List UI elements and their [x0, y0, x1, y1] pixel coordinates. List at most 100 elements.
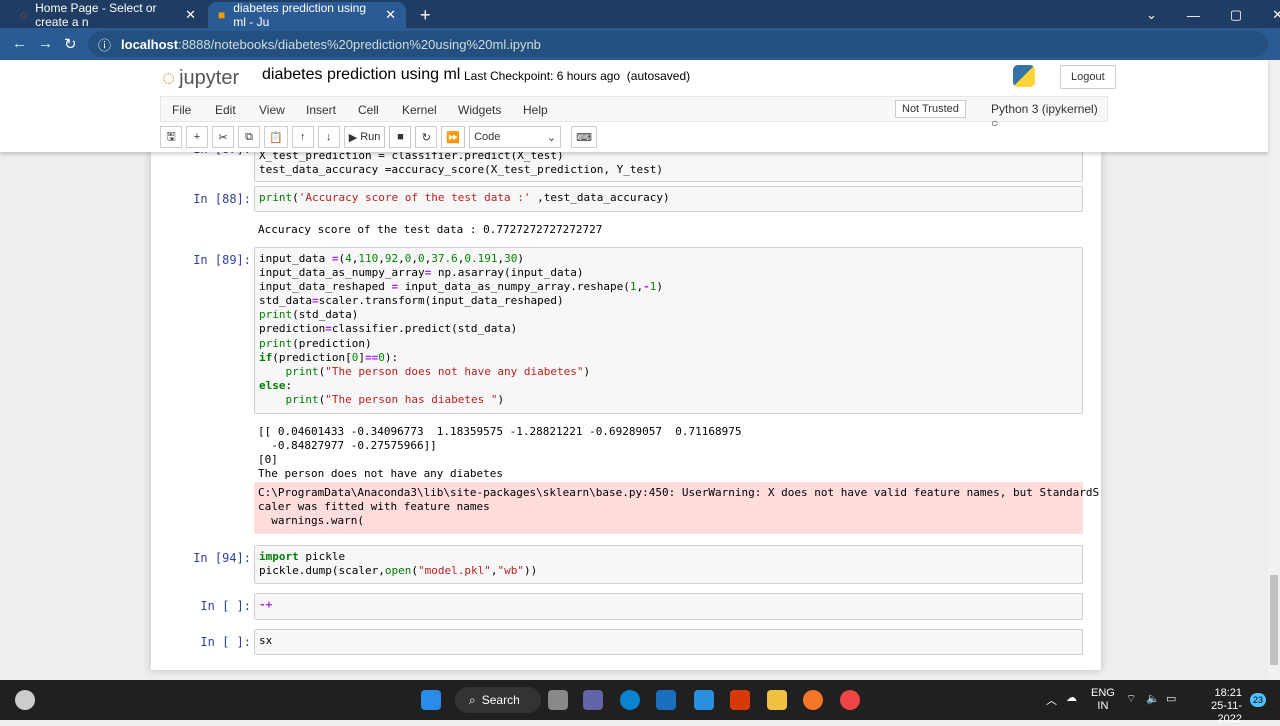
code-token: np.asarray(input_data) [431, 266, 584, 280]
office-icon[interactable] [730, 690, 750, 710]
code-token: prediction [259, 322, 326, 336]
menu-bar: File Edit View Insert Cell Kernel Widget… [160, 96, 1108, 130]
menu-cell[interactable]: Cell [358, 103, 379, 117]
code-line: prediction=classifier.predict(std_data) [259, 322, 1078, 336]
file-explorer-icon[interactable] [767, 690, 787, 710]
code-input[interactable]: print('Accuracy score of the test data :… [254, 186, 1083, 212]
minimize-icon[interactable]: — [1187, 8, 1200, 23]
close-tab-icon[interactable]: ✕ [385, 7, 396, 23]
code-input[interactable]: -+ [254, 593, 1083, 620]
code-token: ) [517, 252, 524, 265]
tab-home[interactable]: ◌ Home Page - Select or create a n ✕ [10, 1, 206, 29]
notification-badge[interactable]: 23 [1250, 693, 1266, 707]
cell-prompt: In [ ]: [200, 599, 251, 613]
maximize-icon[interactable]: ▢ [1230, 7, 1242, 23]
volume-icon[interactable]: 🔈 [1146, 692, 1160, 705]
store-icon[interactable] [656, 690, 676, 710]
code-token: (prediction) [292, 336, 372, 350]
reload-icon[interactable]: ↻ [64, 35, 77, 53]
tab-notebook[interactable]: ■ diabetes prediction using ml - Ju ✕ [208, 1, 406, 29]
weather-icon[interactable] [15, 690, 35, 710]
save-icon[interactable]: 🖫 [160, 126, 182, 148]
mail-icon[interactable] [694, 690, 714, 710]
code-token: ): [384, 350, 399, 364]
code-token: 0 [378, 350, 385, 364]
wifi-icon[interactable]: ⌔ [1126, 692, 1136, 706]
info-icon: ⓘ [98, 37, 112, 53]
new-tab-button[interactable]: + [410, 2, 441, 28]
cell-type-select[interactable]: Code ⌄ [469, 126, 562, 148]
code-token: 37.6 [431, 252, 458, 265]
jupyter-logo-icon: ◌ [162, 65, 176, 90]
tab-search-icon[interactable]: ⌄ [1146, 7, 1157, 23]
code-token: open [384, 564, 412, 578]
code-token: , [398, 252, 405, 265]
menu-file[interactable]: File [172, 103, 191, 117]
forward-icon[interactable]: → [38, 35, 53, 52]
code-line: print(std_data) [259, 308, 1078, 322]
logout-button[interactable]: Logout [1060, 65, 1116, 89]
menu-edit[interactable]: Edit [215, 103, 236, 117]
code-token: (std_data) [292, 308, 359, 322]
jupyter-app-icon[interactable] [803, 690, 823, 710]
cut-icon[interactable]: ✂ [212, 126, 234, 148]
move-down-icon[interactable]: ↓ [317, 126, 340, 148]
clock[interactable]: 18:21 25-11-2022 [1190, 687, 1242, 726]
code-token: ( [411, 564, 418, 578]
code-line: else: [259, 379, 1078, 393]
code-input[interactable]: import pickle pickle.dump(scaler,open("mo… [254, 545, 1083, 584]
cell-prompt: In [88]: [193, 192, 251, 206]
language-indicator[interactable]: ENG IN [1091, 687, 1115, 713]
jupyter-logo[interactable]: ◌ jupyter [162, 65, 239, 91]
jupyter-header: ◌ jupyter diabetes prediction using ml La… [0, 60, 1268, 152]
copy-icon[interactable]: ⧉ [238, 126, 260, 148]
restart-run-all-icon[interactable]: ⏩ [441, 126, 466, 148]
close-window-icon[interactable]: ✕ [1272, 7, 1280, 23]
menu-view[interactable]: View [259, 103, 285, 117]
run-button[interactable]: ▶ Run [343, 126, 386, 148]
onedrive-icon[interactable]: ☁ [1066, 691, 1077, 704]
restart-icon[interactable]: ↻ [415, 126, 438, 148]
close-tab-icon[interactable]: ✕ [185, 7, 196, 23]
interrupt-icon[interactable]: ■ [389, 126, 412, 148]
taskbar-search[interactable]: ⌕ Search [455, 687, 541, 713]
window-controls: ⌄ — ▢ ✕ [1136, 2, 1280, 28]
code-token: (prediction[ [272, 350, 352, 364]
code-input[interactable]: X_test_prediction = classifier.predict(X… [254, 152, 1083, 183]
code-token: "model.pkl" [417, 564, 491, 578]
menu-insert[interactable]: Insert [306, 103, 336, 117]
paste-icon[interactable]: 📋 [264, 126, 288, 148]
menu-widgets[interactable]: Widgets [458, 103, 501, 117]
stderr-warning: C:\ProgramData\Anaconda3\lib\site-packag… [254, 482, 1099, 534]
code-input[interactable]: sx [254, 629, 1083, 655]
cell-prompt: In [94]: [193, 551, 251, 565]
code-line: input_data =(4,110,92,0,0,37.6,0.191,30) [259, 252, 1078, 266]
scrollbar-thumb[interactable] [1270, 575, 1278, 665]
tray-chevron-icon[interactable]: ︿ [1046, 692, 1057, 708]
code-token: 30 [504, 252, 518, 265]
code-token: input_data_as_numpy_array [259, 266, 425, 280]
task-view-icon[interactable] [548, 690, 568, 710]
edge-icon[interactable] [620, 690, 640, 710]
code-token: + [265, 598, 273, 611]
notebook-name[interactable]: diabetes prediction using ml [262, 66, 460, 84]
insert-cell-icon[interactable]: + [186, 126, 208, 148]
search-icon: ⌕ [469, 692, 476, 707]
code-input[interactable]: input_data =(4,110,92,0,0,37.6,0.191,30)… [254, 247, 1083, 414]
url-input[interactable]: ⓘ localhost:8888/notebooks/diabetes%20pre… [88, 31, 1268, 57]
keyboard-icon[interactable]: ⌨ [571, 126, 597, 148]
scrollbar[interactable] [1268, 60, 1280, 680]
menu-help[interactable]: Help [523, 103, 548, 117]
back-icon[interactable]: ← [12, 35, 27, 52]
trust-button[interactable]: Not Trusted [895, 100, 966, 118]
chat-icon[interactable] [583, 690, 603, 710]
code-token: print [285, 364, 319, 378]
move-up-icon[interactable]: ↑ [291, 126, 314, 148]
windows-start-icon[interactable] [421, 690, 441, 710]
code-token: print [259, 191, 293, 204]
battery-icon[interactable]: ▭ [1166, 692, 1176, 705]
menu-kernel[interactable]: Kernel [402, 103, 437, 117]
chrome-icon[interactable] [840, 690, 860, 710]
cell-prompt: In [89]: [193, 253, 251, 267]
